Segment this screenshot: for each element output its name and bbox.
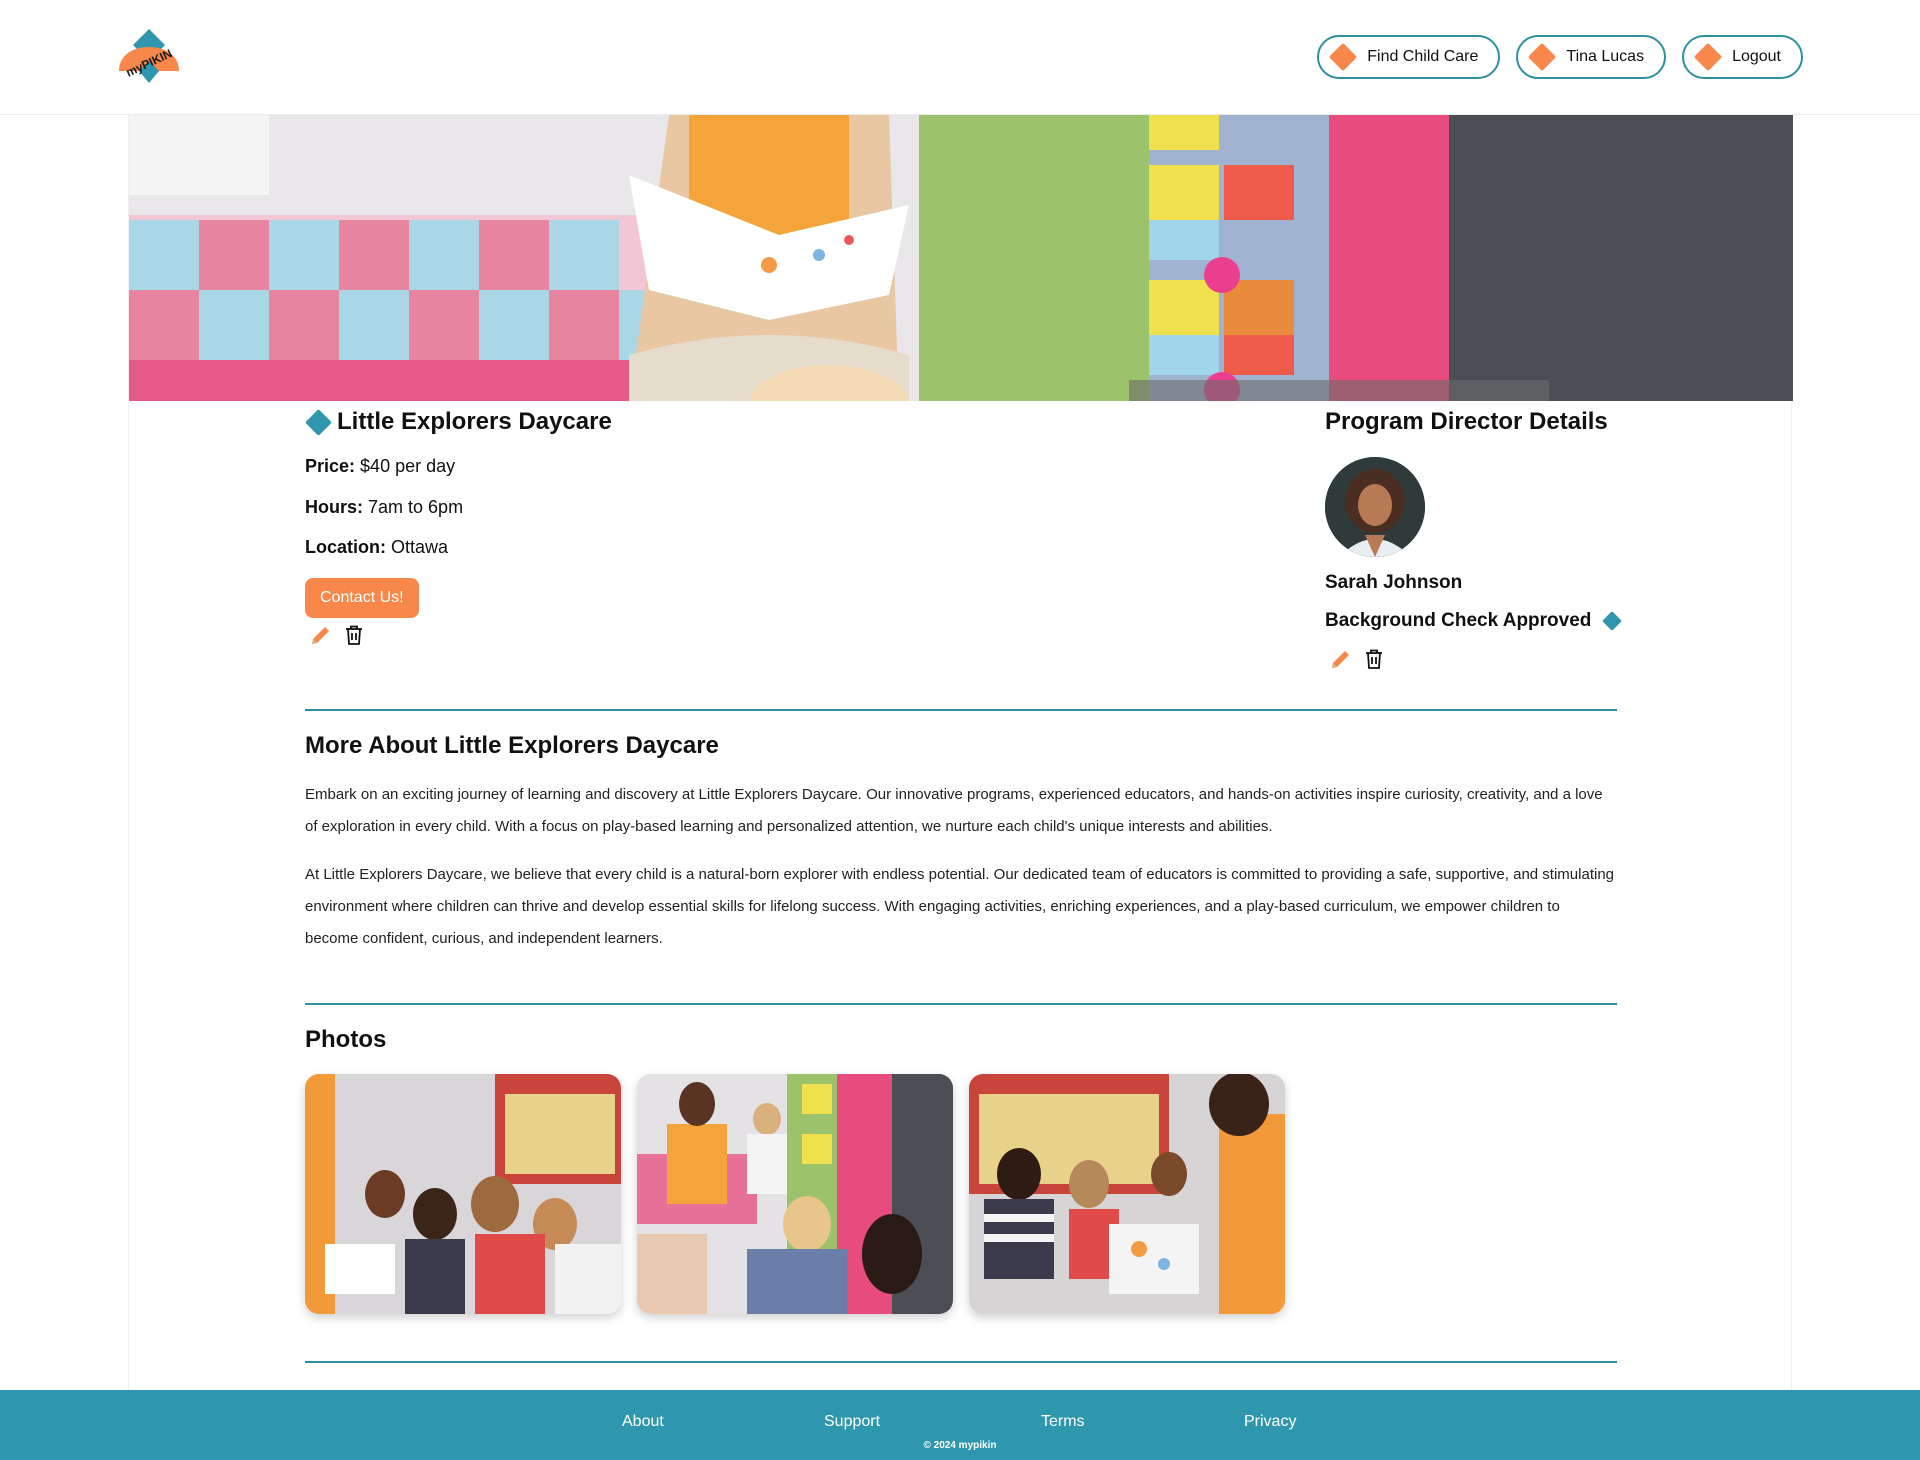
user-profile-button[interactable]: Tina Lucas [1516, 35, 1667, 79]
contact-us-button[interactable]: Contact Us! [305, 578, 419, 618]
diamond-icon [1602, 611, 1623, 631]
location-field: Location: Ottawa [305, 537, 448, 558]
hero-banner-image [129, 115, 1793, 401]
logout-button[interactable]: Logout [1682, 35, 1803, 79]
director-name: Sarah Johnson [1325, 572, 1463, 593]
photos-heading: Photos [305, 1026, 387, 1053]
about-heading: More About Little Explorers Daycare [305, 732, 719, 759]
footer-support-link[interactable]: Support [824, 1413, 880, 1431]
mypikin-logo[interactable]: myPIKIN [115, 27, 183, 85]
hours-label: Hours: [305, 497, 363, 517]
location-value: Ottawa [391, 537, 449, 557]
trash-icon[interactable] [1362, 647, 1386, 671]
diamond-icon [1528, 42, 1557, 72]
copyright-text: © 2024 mypikin [923, 1440, 997, 1451]
location-label: Location: [305, 537, 386, 557]
about-paragraph-2: At Little Explorers Daycare, we believe … [305, 866, 1614, 947]
hours-value: 7am to 6pm [368, 497, 464, 517]
director-avatar [1325, 457, 1425, 557]
director-heading: Program Director Details [1325, 408, 1608, 435]
background-check-status: Background Check Approved [1325, 610, 1623, 632]
user-name-label: Tina Lucas [1566, 48, 1645, 65]
main-nav: Find Child Care Tina Lucas Logout [1317, 35, 1803, 79]
section-divider [305, 1003, 1617, 1005]
diamond-icon [1693, 42, 1723, 72]
top-navbar: myPIKIN Find Child Care Tina Lucas Logou… [0, 0, 1920, 115]
price-field: Price: $40 per day [305, 456, 455, 477]
background-check-label: Background Check Approved [1325, 610, 1592, 631]
price-value: $40 per day [360, 456, 456, 476]
find-child-care-label: Find Child Care [1367, 48, 1479, 65]
site-footer: About Support Terms Privacy © 2024 mypik… [0, 1390, 1920, 1460]
footer-privacy-link[interactable]: Privacy [1244, 1413, 1296, 1431]
pencil-icon[interactable] [309, 623, 333, 647]
gallery-photo[interactable] [969, 1074, 1285, 1314]
diamond-icon [305, 408, 332, 436]
about-paragraph-1: Embark on an exciting journey of learnin… [305, 786, 1603, 835]
find-child-care-button[interactable]: Find Child Care [1317, 35, 1501, 79]
daycare-detail-card: Little Explorers Daycare Price: $40 per … [128, 115, 1793, 1390]
trash-icon[interactable] [342, 623, 366, 647]
logout-label: Logout [1732, 48, 1781, 65]
footer-terms-link[interactable]: Terms [1041, 1413, 1085, 1431]
gallery-photo[interactable] [637, 1074, 953, 1314]
daycare-name: Little Explorers Daycare [337, 408, 612, 435]
section-divider [305, 1361, 1617, 1363]
footer-about-link[interactable]: About [622, 1413, 664, 1431]
hours-field: Hours: 7am to 6pm [305, 497, 463, 518]
daycare-title: Little Explorers Daycare [305, 408, 612, 436]
gallery-photo[interactable] [305, 1074, 621, 1314]
section-divider [305, 709, 1617, 711]
diamond-icon [1329, 42, 1358, 72]
pencil-icon[interactable] [1329, 647, 1353, 671]
photo-gallery [305, 1074, 1285, 1314]
price-label: Price: [305, 456, 356, 476]
